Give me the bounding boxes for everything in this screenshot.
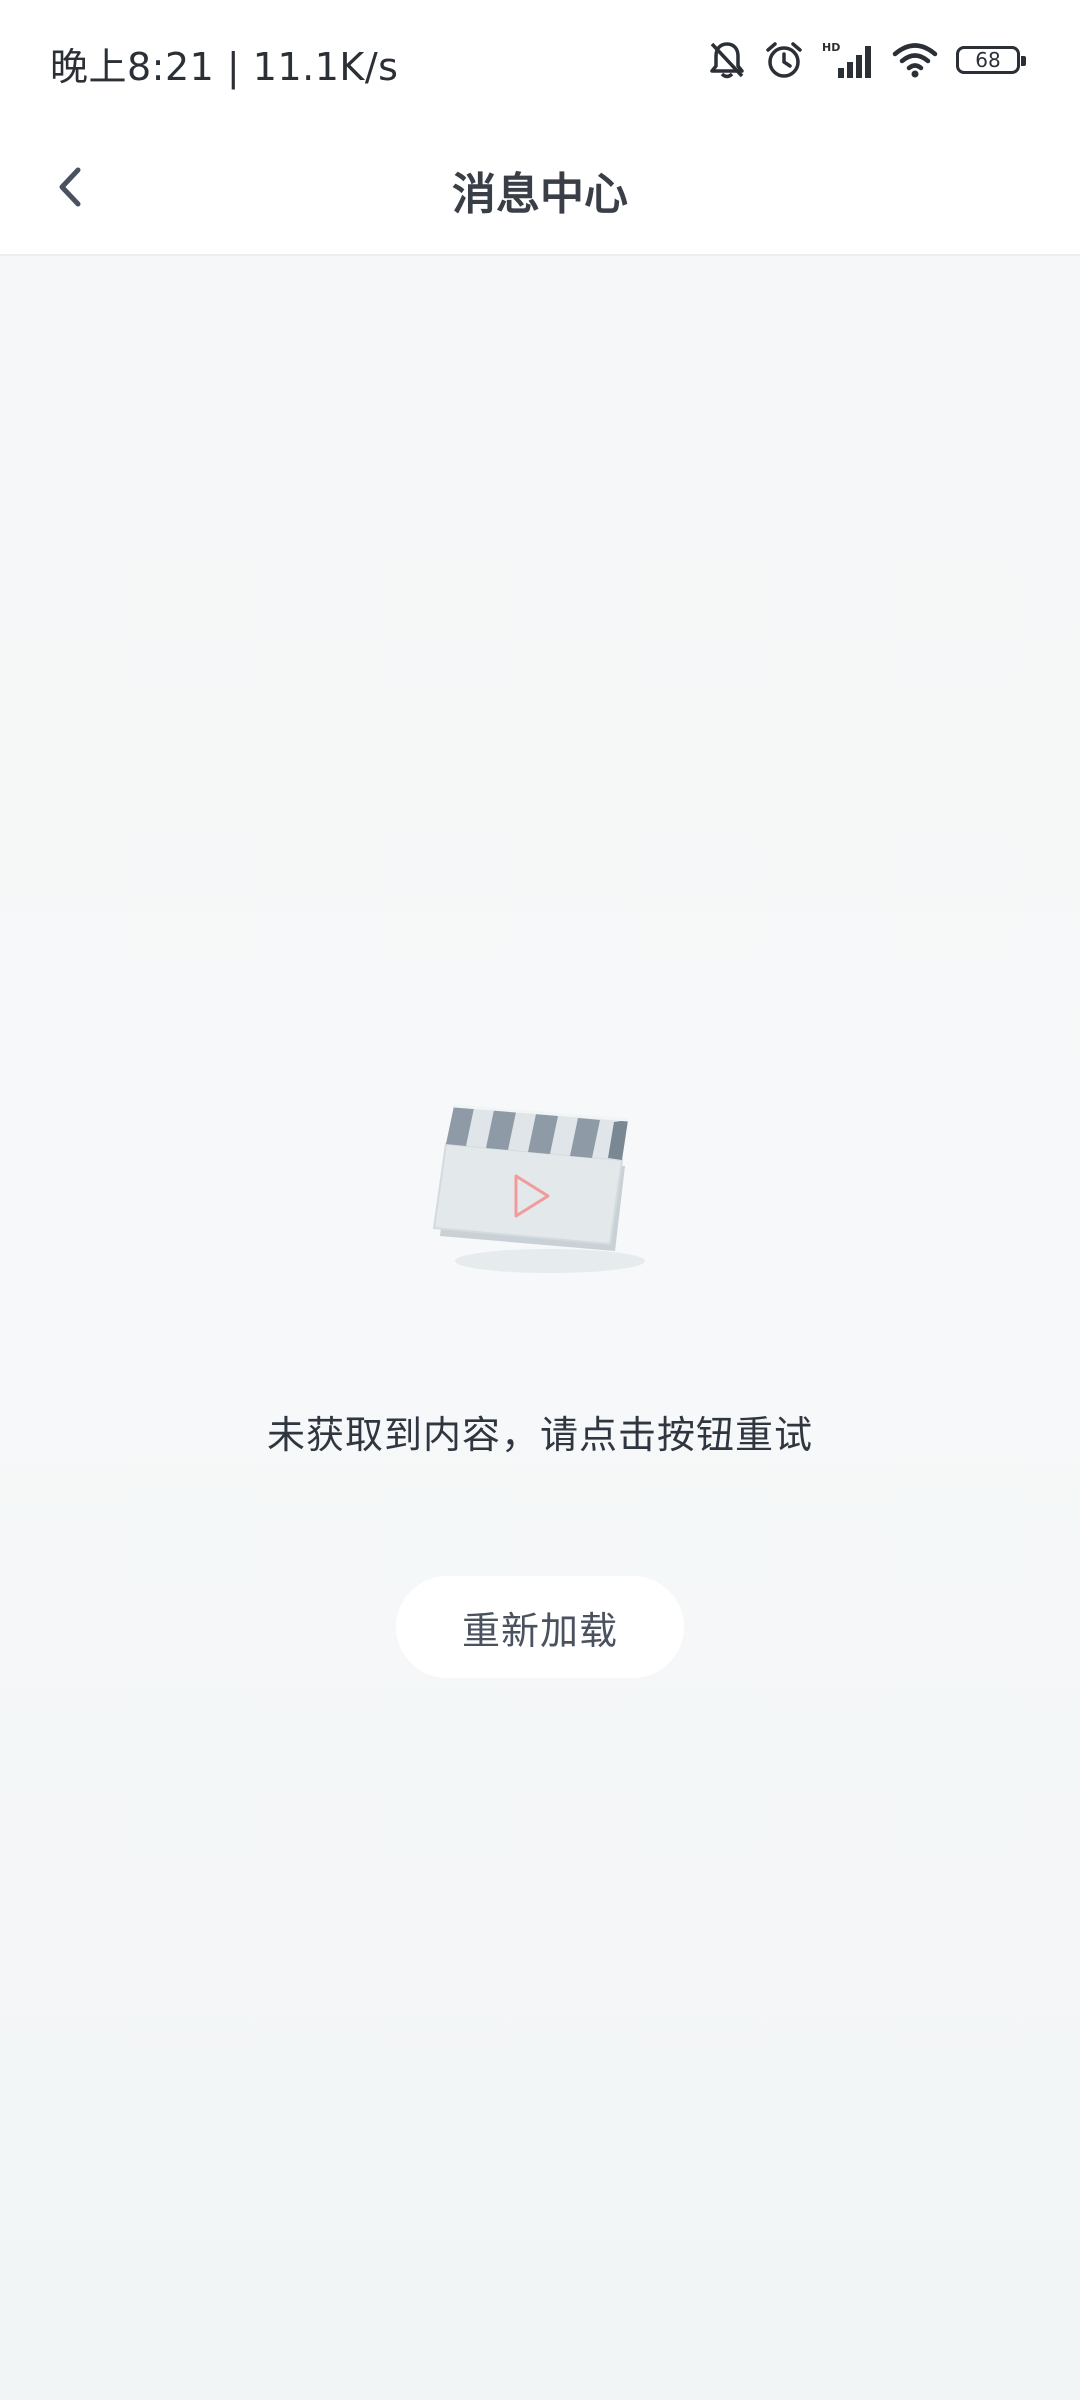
wifi-icon [892,43,938,78]
status-bar: 晚上8:21 | 11.1K/s HD 68 [0,0,1080,120]
bell-off-icon [710,42,744,79]
video-clapperboard-icon [432,1104,645,1273]
app-header: 消息中心 [0,120,1080,256]
battery-level: 68 [975,48,1001,72]
page-title: 消息中心 [452,169,628,220]
reload-button[interactable]: 重新加载 [396,1576,684,1678]
status-time-speed: 晚上8:21 | 11.1K/s [50,45,399,89]
battery-icon: 68 [956,46,1026,74]
hd-signal-icon: HD [822,41,871,78]
empty-message: 未获取到内容，请点击按钮重试 [266,1413,813,1457]
status-icons: HD 68 [708,36,1026,84]
alarm-icon [766,42,802,78]
svg-text:HD: HD [822,41,840,54]
empty-state-area: 未获取到内容，请点击按钮重试 重新加载 [0,256,1080,2400]
